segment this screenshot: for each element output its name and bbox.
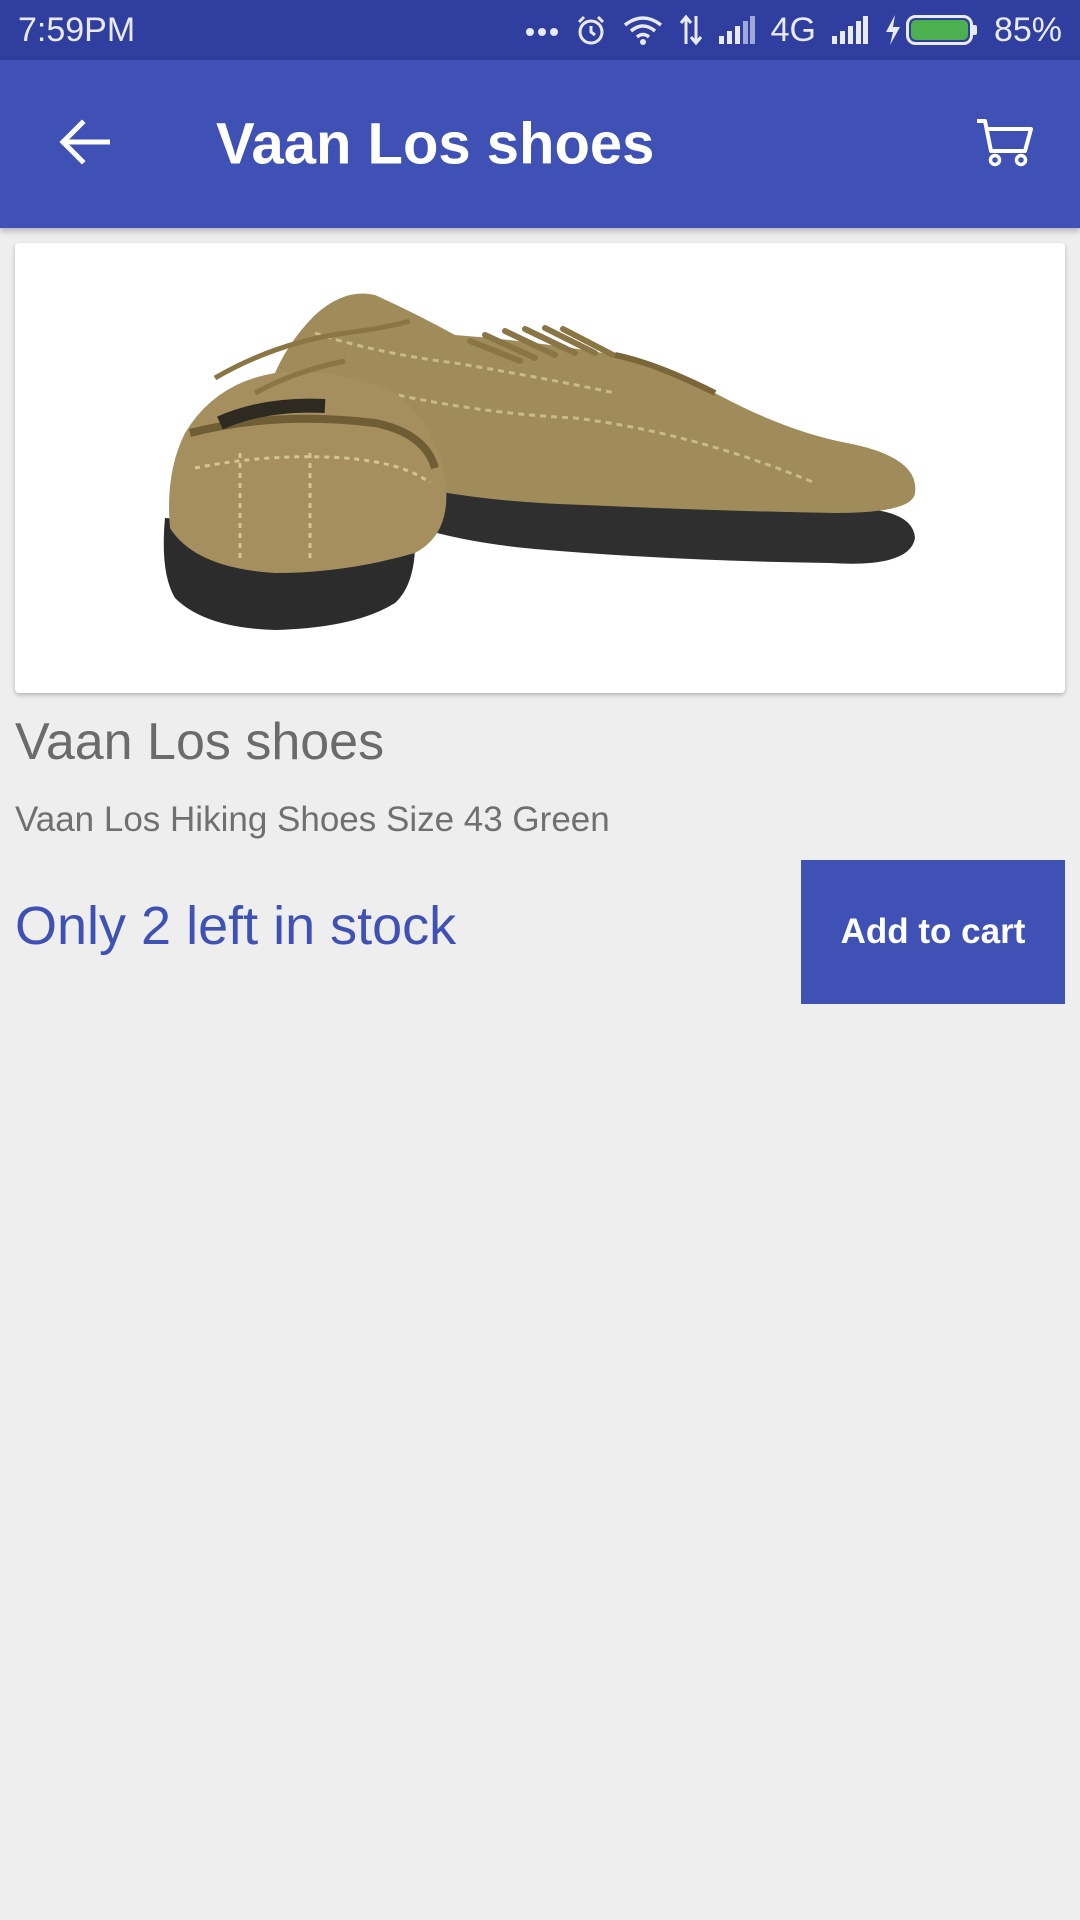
status-bar: 7:59PM 4G 85%: [0, 0, 1080, 60]
product-image-card: [15, 243, 1065, 693]
charging-icon: [884, 15, 902, 45]
wifi-icon: [623, 15, 663, 45]
data-arrows-icon: [679, 14, 703, 46]
shopping-cart-icon: [975, 117, 1033, 172]
back-button[interactable]: [44, 104, 124, 184]
page-title: Vaan Los shoes: [216, 111, 655, 177]
app-bar: Vaan Los shoes: [0, 60, 1080, 228]
status-time: 7:59PM: [18, 10, 136, 49]
battery-percent: 85%: [993, 10, 1062, 49]
product-description: Vaan Los Hiking Shoes Size 43 Green: [15, 800, 610, 839]
battery-icon: [905, 15, 978, 45]
battery-indicator: [884, 15, 978, 45]
add-to-cart-button[interactable]: Add to cart: [801, 860, 1065, 1004]
alarm-icon: [575, 14, 607, 46]
signal-icon: [831, 16, 868, 44]
stock-status: Only 2 left in stock: [15, 896, 457, 956]
arrow-back-icon: [58, 118, 111, 170]
cart-button[interactable]: [964, 104, 1044, 184]
status-icons: 4G 85%: [525, 11, 1062, 50]
product-title: Vaan Los shoes: [15, 713, 385, 771]
signal-icon: [718, 16, 755, 44]
more-dots-icon: [525, 23, 559, 37]
network-type: 4G: [770, 10, 816, 49]
shoe-pair-image: [163, 293, 916, 630]
